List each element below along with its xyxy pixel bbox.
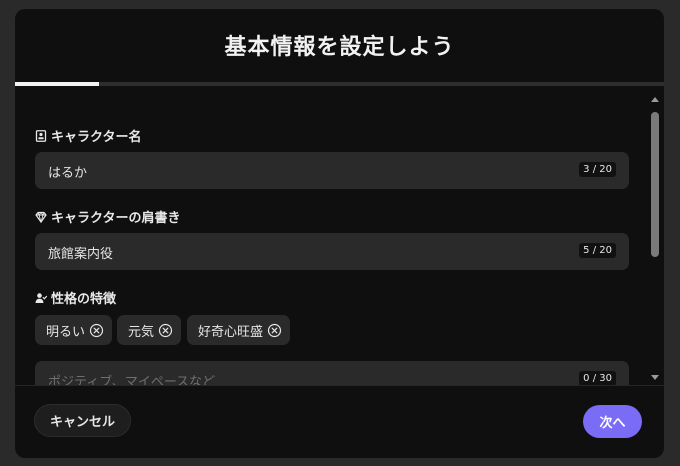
- trait-chip: 元気: [117, 315, 182, 345]
- footer-divider: [15, 385, 664, 386]
- personality-traits-counter: 0 / 30: [579, 371, 616, 385]
- character-title-counter: 5 / 20: [579, 243, 616, 258]
- character-title-input[interactable]: 旅館案内役 5 / 20: [35, 233, 629, 270]
- trait-chip-label: 好奇心旺盛: [198, 324, 264, 340]
- scroll-up-arrow-icon[interactable]: [651, 97, 659, 102]
- character-title-label: キャラクターの肩書き: [35, 207, 180, 226]
- trait-chip-label: 元気: [128, 324, 155, 340]
- personality-traits-label: 性格の特徴: [35, 288, 116, 307]
- character-title-label-text: キャラクターの肩書き: [51, 211, 181, 226]
- character-name-label: キャラクター名: [35, 126, 141, 145]
- character-name-input[interactable]: はるか 3 / 20: [35, 152, 629, 189]
- character-name-counter: 3 / 20: [579, 162, 616, 177]
- trait-chip: 明るい: [35, 315, 113, 345]
- character-name-label-text: キャラクター名: [51, 130, 142, 145]
- character-title-value: 旅館案内役: [48, 247, 114, 262]
- cancel-button[interactable]: キャンセル: [34, 404, 131, 437]
- close-circle-icon[interactable]: [89, 323, 104, 338]
- trait-chip-label: 明るい: [46, 324, 86, 340]
- close-circle-icon[interactable]: [158, 323, 173, 338]
- form-scroll-area[interactable]: キャラクター名 はるか 3 / 20 キャラクターの肩書き 旅館案内役 5 / …: [15, 86, 648, 385]
- character-name-value: はるか: [48, 166, 88, 181]
- personality-traits-label-text: 性格の特徴: [51, 292, 117, 307]
- setup-dialog: 基本情報を設定しよう キャラクター名 はるか 3 / 20 キャラクターの肩書き: [15, 9, 664, 458]
- trait-chip: 好奇心旺盛: [187, 315, 291, 345]
- close-circle-icon[interactable]: [267, 323, 282, 338]
- user-check-icon: [35, 292, 47, 303]
- personality-traits-input[interactable]: ポジティブ、マイペースなど 0 / 30: [35, 361, 629, 385]
- scrollbar-thumb[interactable]: [651, 112, 659, 257]
- dialog-title: 基本情報を設定しよう: [224, 35, 455, 60]
- next-button[interactable]: 次へ: [583, 405, 642, 438]
- personality-traits-placeholder: ポジティブ、マイペースなど: [48, 375, 216, 385]
- id-card-icon: [35, 129, 47, 142]
- scroll-down-arrow-icon[interactable]: [651, 375, 659, 380]
- gem-icon: [35, 211, 47, 223]
